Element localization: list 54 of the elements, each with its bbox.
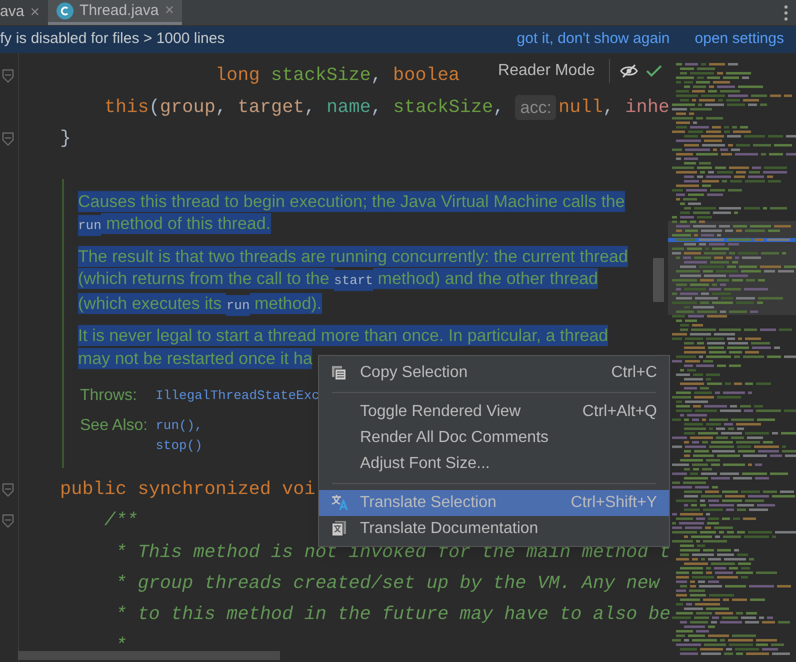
- code-token: * to this method in the future may have to also be: [116, 603, 671, 628]
- code-token: /**: [104, 509, 138, 534]
- editor-tab[interactable]: ava ×: [0, 0, 48, 25]
- horizontal-scrollbar[interactable]: [18, 651, 280, 660]
- code-token: target: [238, 96, 304, 120]
- fold-icon[interactable]: [2, 132, 14, 146]
- checkmark-icon[interactable]: [646, 64, 662, 77]
- code-token: public synchronized voi: [60, 478, 316, 502]
- code-token: boolea: [393, 64, 460, 88]
- code-token: ,: [370, 64, 383, 88]
- close-icon[interactable]: ×: [30, 0, 40, 24]
- code-token: null: [558, 96, 603, 120]
- code-token: group: [160, 96, 216, 120]
- fold-icon[interactable]: [2, 69, 14, 84]
- menu-item[interactable]: Translate Selection Ctrl+Shift+Y: [319, 490, 669, 516]
- code-token: stackSize: [393, 96, 494, 120]
- document-translate-icon: [331, 520, 347, 538]
- doc-tag-label: Throws:: [80, 386, 138, 406]
- fold-icon[interactable]: [2, 482, 14, 497]
- hidden-eye-icon[interactable]: [620, 64, 638, 78]
- doc-tag-label: See Also:: [80, 416, 148, 436]
- code-token: name: [326, 96, 371, 120]
- editor-tab[interactable]: Thread.java ×: [48, 0, 182, 25]
- code-token: * group threads created/set up by the VM. Any new: [116, 572, 660, 596]
- code-token: inhe: [625, 96, 670, 120]
- doc-paragraph: Causes this thread to begin execution; the Java Virtual Machine calls the run method of this thread.: [78, 190, 640, 238]
- menu-item[interactable]: Render All Doc Comments: [319, 424, 669, 451]
- translate-icon: [331, 494, 349, 512]
- code-token: stackSize: [270, 64, 371, 88]
- code-token: ,: [602, 96, 615, 120]
- vertical-scrollbar[interactable]: [653, 258, 664, 302]
- code-token: this: [104, 96, 149, 120]
- code-token: ,: [370, 96, 384, 120]
- menu-item[interactable]: Translate Documentation: [319, 516, 669, 542]
- tab-label: ava: [0, 2, 24, 22]
- banner-link[interactable]: got it, don't show again: [516, 28, 670, 51]
- reader-mode-label[interactable]: Reader Mode: [498, 58, 610, 83]
- code-token: ,: [304, 96, 316, 120]
- close-icon[interactable]: ×: [164, 0, 174, 23]
- more-icon[interactable]: [784, 5, 788, 21]
- code-token: }: [60, 127, 72, 152]
- code-token: *: [116, 634, 127, 658]
- tab-label: Thread.java: [80, 0, 159, 21]
- code-token: ,: [493, 96, 506, 120]
- banner-text: fy is disabled for files > 1000 lines: [0, 29, 225, 50]
- code-token: (: [148, 96, 160, 120]
- menu-item[interactable]: Toggle Rendered View Ctrl+Alt+Q: [319, 398, 669, 425]
- parameter-hint: acc:: [515, 94, 556, 120]
- copy-icon: [331, 364, 347, 381]
- code-token: long: [215, 64, 261, 88]
- fold-icon[interactable]: [2, 514, 14, 528]
- code-token: ,: [215, 96, 228, 120]
- menu-item[interactable]: Adjust Font Size...: [319, 450, 669, 477]
- banner-link[interactable]: open settings: [694, 28, 784, 51]
